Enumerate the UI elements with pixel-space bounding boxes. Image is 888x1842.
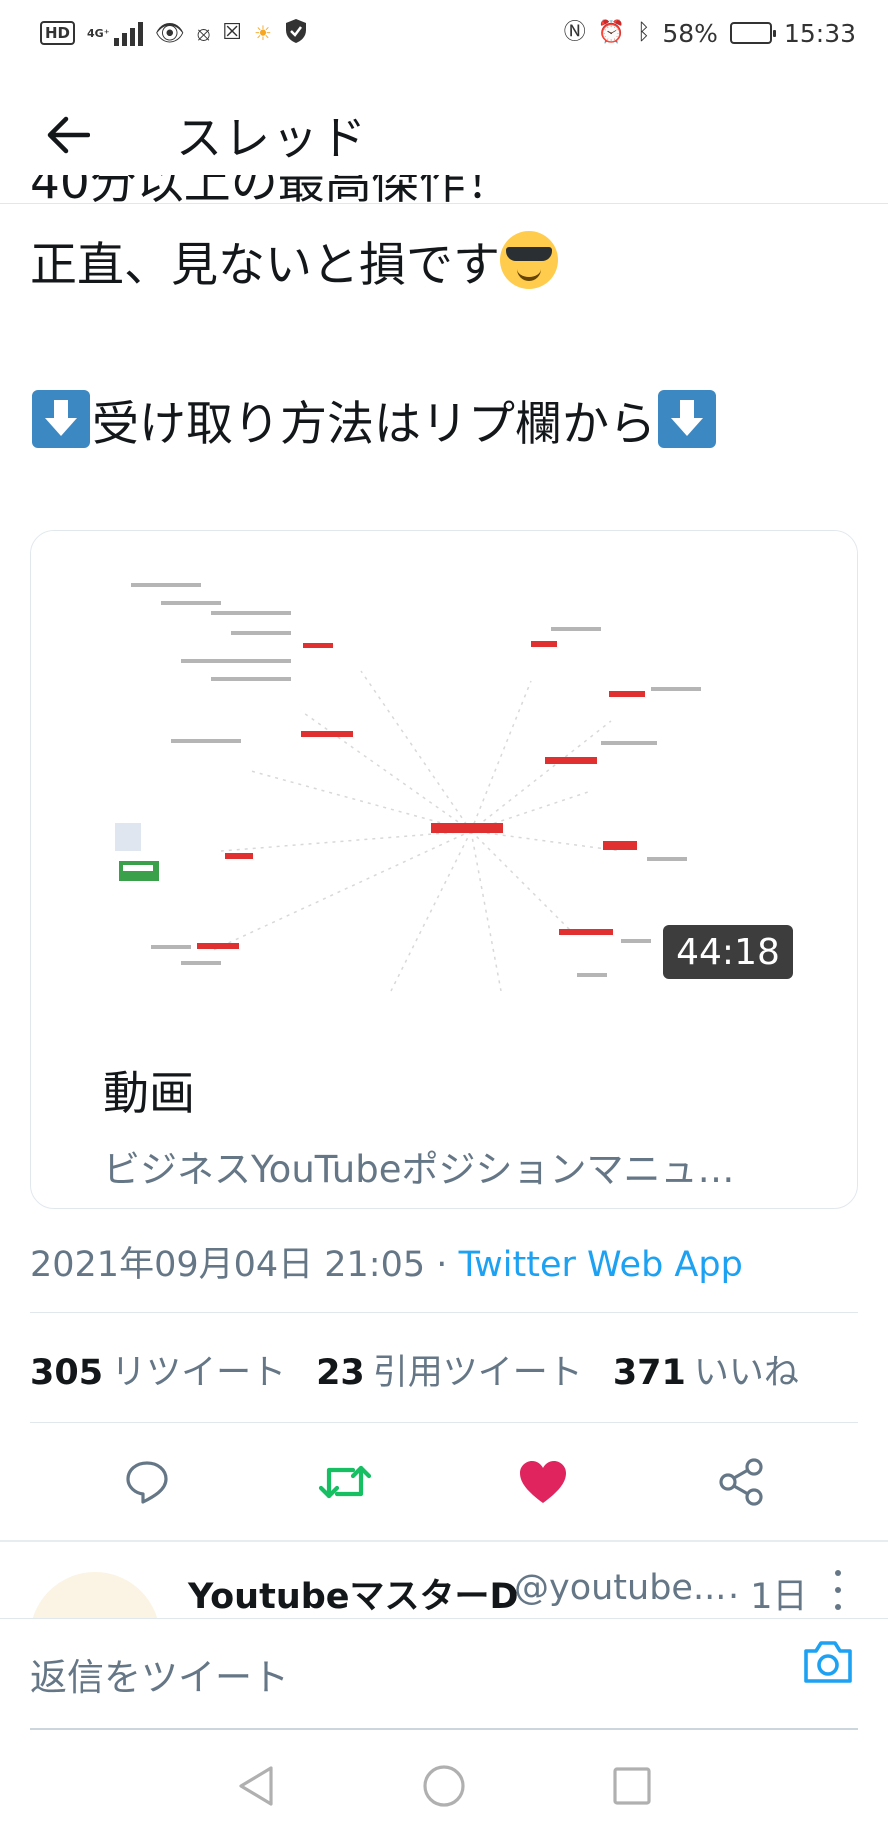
video-duration-badge: 44:18	[663, 925, 793, 979]
shield-icon	[284, 18, 308, 49]
bluetooth-icon: ᛒ	[637, 20, 651, 45]
hd-badge: HD	[40, 21, 76, 45]
meta-separator: ·	[436, 1245, 448, 1285]
retweet-button[interactable]	[301, 1438, 389, 1526]
reply-input[interactable]: 返信をツイート	[30, 1647, 289, 1701]
triangle-back-icon	[239, 1766, 273, 1806]
reply-button[interactable]	[103, 1438, 191, 1526]
divider	[30, 1422, 858, 1423]
status-bar-right: Ⓝ ⏰ ᛒ 58% 15:33	[564, 19, 856, 48]
nfc-icon: Ⓝ	[563, 20, 586, 45]
reply-tweet-preview[interactable]: YoutubeマスターD @youtube... · 1日	[0, 1542, 888, 1618]
eye-icon: 👁	[154, 19, 185, 47]
tweet-stats: 305 リツイート 23 引用ツイート 371 いいね	[30, 1344, 799, 1395]
nav-back-button[interactable]	[232, 1762, 280, 1810]
nav-home-button[interactable]	[420, 1762, 468, 1810]
share-icon	[719, 1458, 763, 1506]
battery-percent: 58%	[662, 18, 718, 48]
reply-composer: 返信をツイート	[0, 1618, 888, 1730]
weather-icon: ☀	[253, 21, 272, 45]
reply-author-name: YoutubeマスターD	[188, 1577, 519, 1617]
like-button[interactable]	[499, 1438, 587, 1526]
quotes-stat[interactable]: 23 引用ツイート	[316, 1344, 583, 1395]
circle-home-icon	[423, 1765, 465, 1807]
card-description: ビジネスYouTubeポジションマニュ…	[103, 1148, 735, 1191]
clock: 15:33	[783, 18, 856, 48]
network-type: 4G⁺	[87, 26, 110, 40]
tweet-meta: 2021年09月04日 21:05 · Twitter Web App	[30, 1236, 743, 1287]
page-title: スレッド	[176, 110, 368, 165]
avatar[interactable]	[30, 1572, 160, 1618]
status-bar-left: HD 4G⁺ 👁 ⦻ ☒ ☀	[40, 18, 308, 49]
reply-author-handle: @youtube...	[514, 1568, 727, 1608]
alarm-icon: ⏰	[597, 20, 626, 45]
likes-stat[interactable]: 371 いいね	[613, 1344, 799, 1395]
retweets-stat[interactable]: 305 リツイート	[30, 1344, 286, 1395]
heart-icon	[520, 1461, 566, 1503]
camera-button[interactable]	[800, 1637, 860, 1697]
video-link-card[interactable]: 44:18 動画 ビジネスYouTubeポジションマニュ…	[30, 530, 858, 1209]
wifi-off-icon: ⦻	[196, 21, 211, 45]
down-arrow-emoji-icon	[658, 390, 716, 448]
tweet-line-2: 正直、見ないと損です	[30, 228, 870, 304]
down-arrow-emoji-icon	[32, 390, 90, 448]
tweet-source-link[interactable]: Twitter Web App	[459, 1245, 743, 1285]
reply-time: · 1日	[728, 1577, 808, 1617]
sunglasses-emoji-icon	[500, 231, 558, 289]
status-bar: HD 4G⁺ 👁 ⦻ ☒ ☀ Ⓝ ⏰ ᛒ 58% 15:33	[0, 0, 888, 66]
square-recents-icon	[613, 1767, 651, 1805]
retweet-icon	[318, 1465, 372, 1499]
arrow-left-icon	[47, 116, 90, 153]
camera-icon	[804, 1641, 852, 1683]
divider	[30, 1312, 858, 1313]
app-notification-icon: ☒	[222, 20, 242, 45]
system-nav-bar	[0, 1730, 888, 1842]
tweet-text: 40分以上の最高傑作！ 正直、見ないと損です 受け取り方法はリプ欄から	[30, 175, 870, 505]
tweet-actions	[0, 1424, 888, 1540]
nav-recents-button[interactable]	[608, 1762, 656, 1810]
tweet-line-3: 受け取り方法はリプ欄から	[30, 387, 870, 463]
battery-icon	[729, 22, 776, 44]
speech-bubble-icon	[126, 1461, 168, 1504]
tweet-line-partial: 40分以上の最高傑作！	[30, 175, 513, 210]
more-options-icon[interactable]	[826, 1570, 850, 1610]
back-button[interactable]	[32, 99, 104, 171]
card-title: 動画	[103, 1066, 195, 1120]
share-button[interactable]	[697, 1438, 785, 1526]
video-thumbnail[interactable]: 44:18	[31, 531, 857, 1011]
signal-icon	[113, 20, 143, 46]
tweet-timestamp[interactable]: 2021年09月04日 21:05	[30, 1245, 425, 1285]
